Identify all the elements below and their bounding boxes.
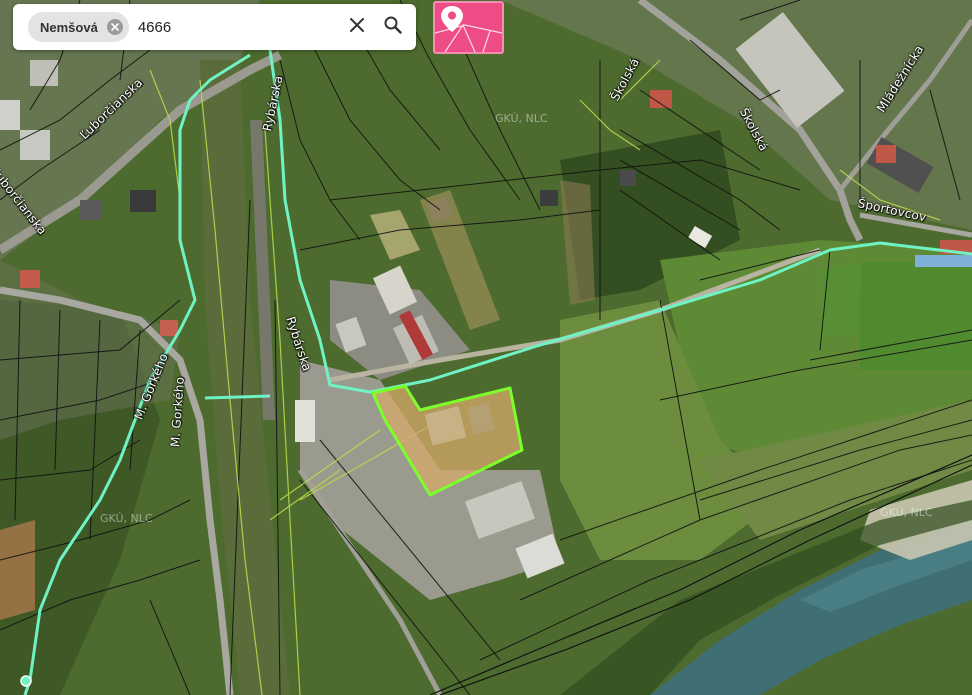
search-button[interactable] (378, 12, 408, 42)
search-icon (384, 16, 402, 39)
close-icon (350, 17, 364, 37)
map-pin-icon (435, 6, 502, 52)
close-circle-icon[interactable] (106, 19, 123, 35)
map-watermark: GKÚ, NLC (880, 506, 933, 519)
map-view[interactable] (0, 0, 972, 695)
aerial-map[interactable] (0, 0, 972, 695)
locate-button[interactable] (433, 1, 504, 54)
search-input[interactable]: 4666 (138, 19, 336, 36)
search-bar: Nemšová 4666 (13, 4, 416, 50)
map-watermark: GKÚ, NLC (495, 112, 548, 125)
chip-label: Nemšová (40, 19, 98, 35)
map-watermark: GKÚ, NLC (100, 512, 153, 525)
clear-button[interactable] (342, 12, 372, 42)
location-filter-chip[interactable]: Nemšová (28, 12, 129, 42)
